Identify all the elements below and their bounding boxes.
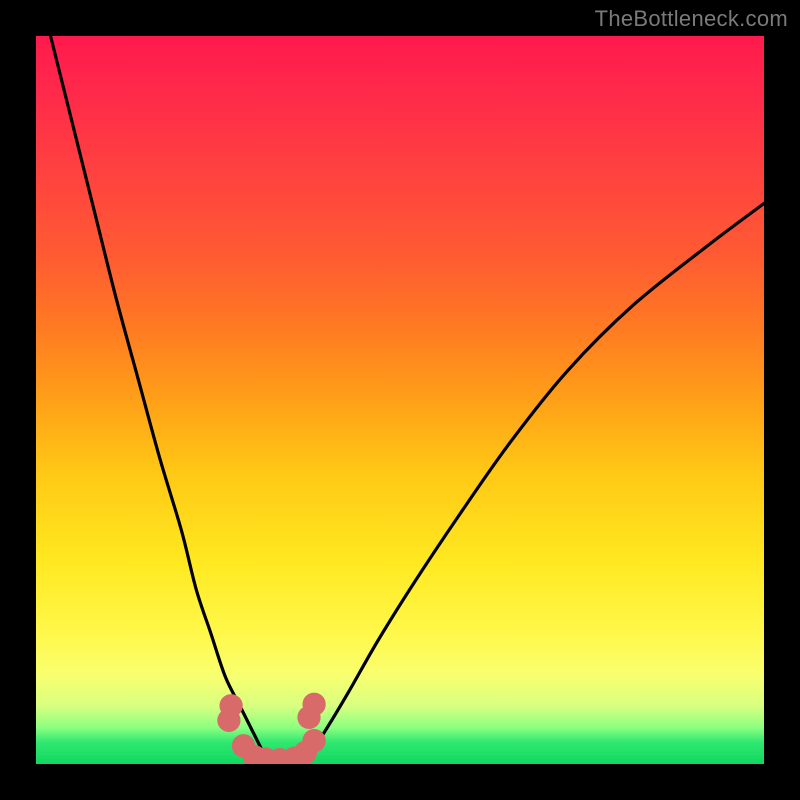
right-curve bbox=[298, 203, 764, 764]
plot-area bbox=[36, 36, 764, 764]
chart-svg bbox=[36, 36, 764, 764]
left-curve bbox=[51, 36, 269, 764]
data-dot bbox=[219, 694, 242, 717]
watermark-text: TheBottleneck.com bbox=[595, 6, 788, 32]
dot-group bbox=[217, 693, 325, 764]
data-dot bbox=[302, 693, 325, 716]
data-dot bbox=[302, 729, 325, 752]
outer-frame: TheBottleneck.com bbox=[0, 0, 800, 800]
